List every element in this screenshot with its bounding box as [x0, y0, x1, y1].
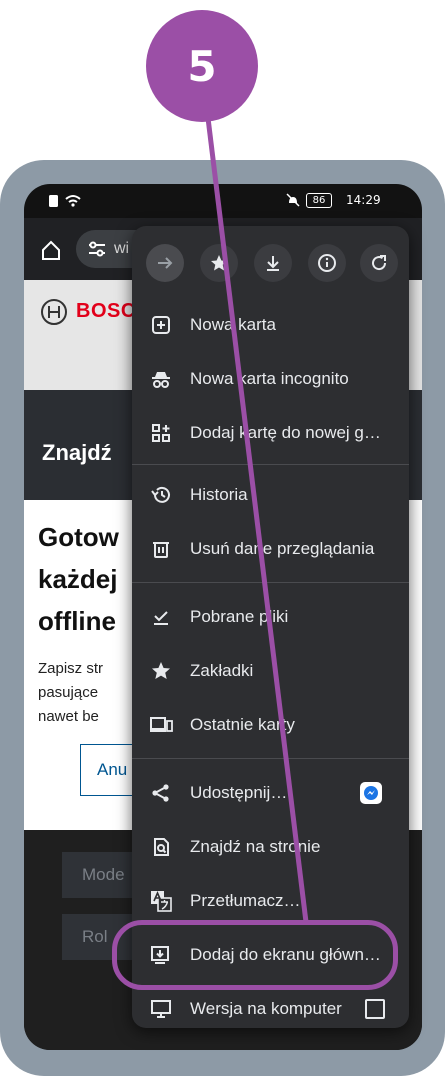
step-badge: 5 [146, 10, 258, 122]
annotation-pointer [205, 117, 309, 923]
annotation-highlight [112, 920, 398, 990]
